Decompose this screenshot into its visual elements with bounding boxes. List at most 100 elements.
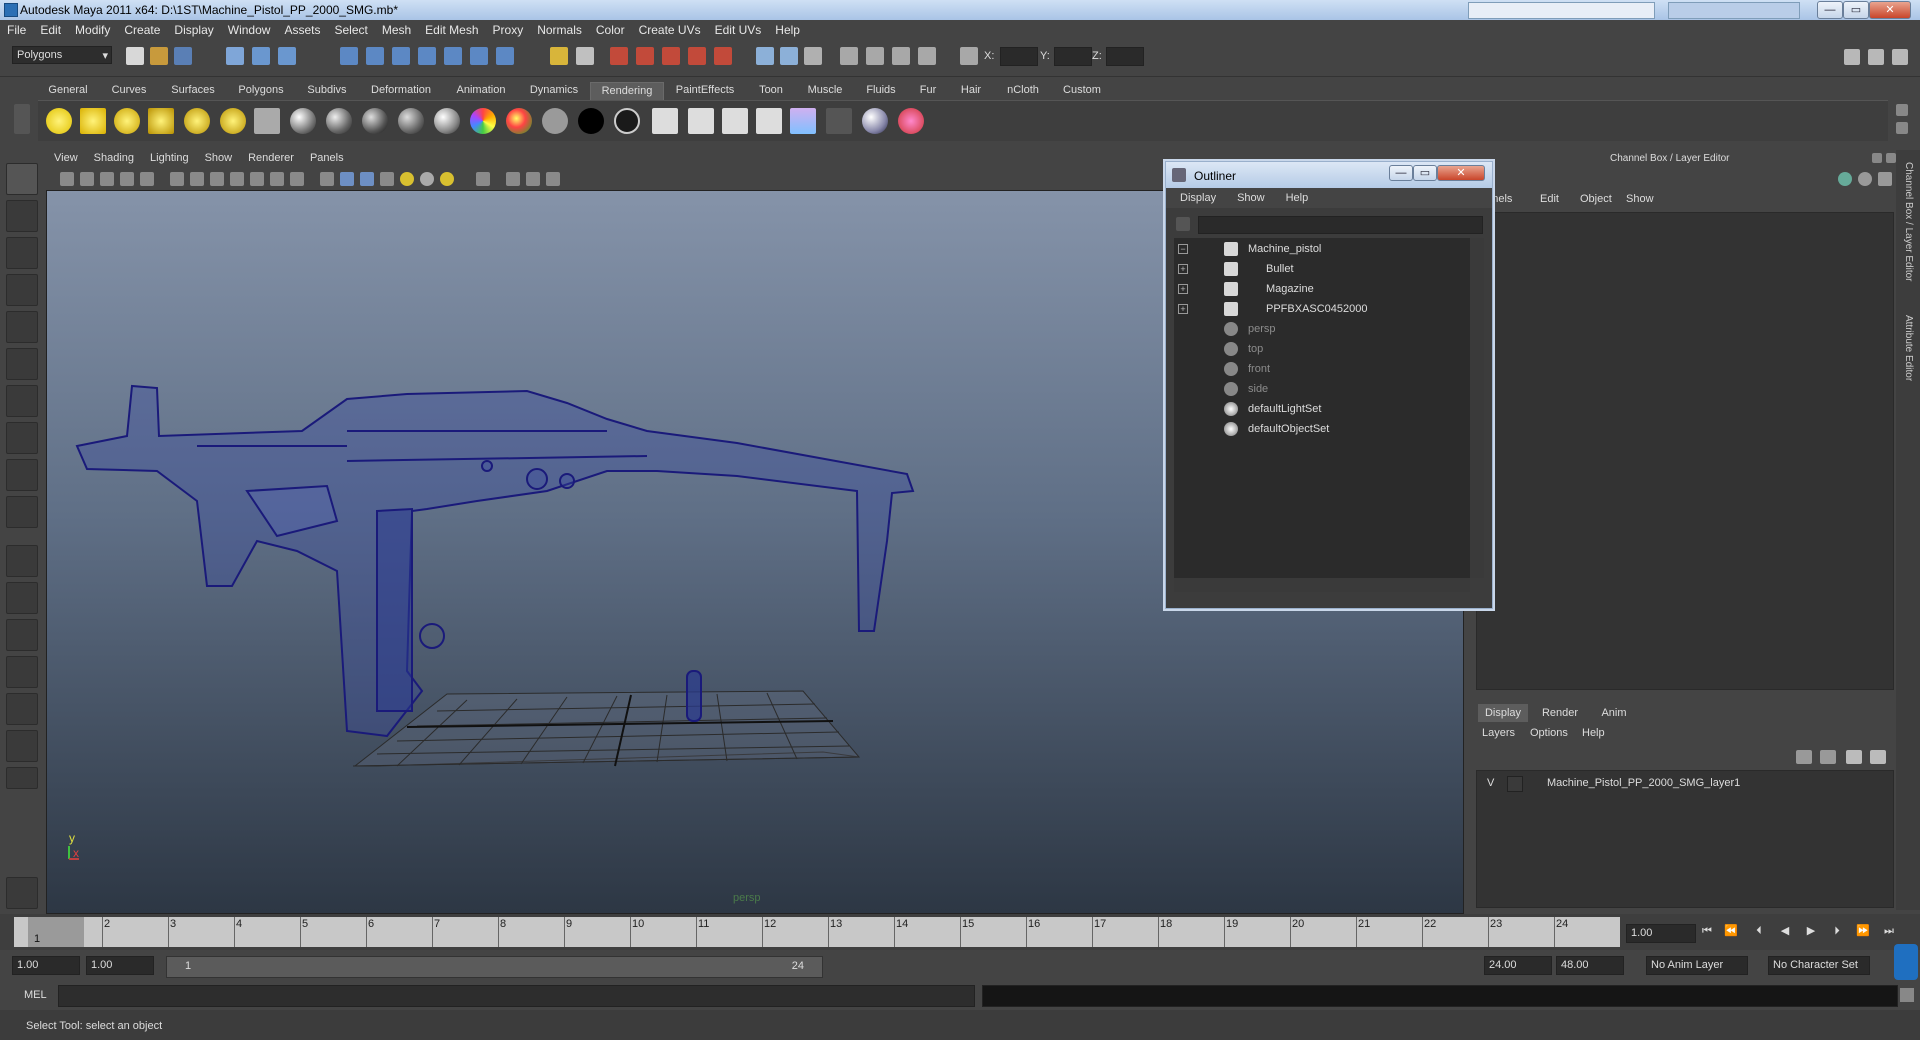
shelf-tab-toon[interactable]: Toon [748,82,794,99]
outliner-item[interactable]: defaultObjectSet [1174,420,1470,438]
expand-icon[interactable]: + [1178,304,1188,314]
ambient-light-icon[interactable] [46,108,72,134]
point-light-icon[interactable] [114,108,140,134]
select-hierarchy-icon[interactable] [226,47,244,65]
lambert-shader-icon[interactable] [326,108,352,134]
blinn-shader-icon[interactable] [290,108,316,134]
pin-icon[interactable] [1878,172,1892,186]
camera-attributes-icon[interactable] [80,172,94,186]
shading-map-icon[interactable] [614,108,640,134]
wireframe-on-shaded-icon[interactable] [360,172,374,186]
menu-edit-mesh[interactable]: Edit Mesh [418,20,485,37]
shelf-tab-ncloth[interactable]: nCloth [994,82,1052,99]
construction-history-icon[interactable] [576,47,594,65]
menu-proxy[interactable]: Proxy [486,20,531,37]
viewport-menu-panels[interactable]: Panels [302,150,352,164]
filter-icon[interactable] [1176,217,1190,231]
isolate-select-icon[interactable] [476,172,490,186]
script-editor-icon[interactable] [1900,988,1914,1002]
layer-menu-options[interactable]: Options [1530,727,1568,739]
menu-mesh[interactable]: Mesh [375,20,418,37]
menu-color[interactable]: Color [589,20,632,37]
outliner-minimize-button[interactable]: — [1389,165,1413,181]
use-background-icon[interactable] [578,108,604,134]
relative-transform-icon[interactable] [918,47,936,65]
batch-render-icon[interactable] [722,108,748,134]
anim-layer-dropdown[interactable]: No Anim Layer [1646,956,1748,975]
layer-template-toggle[interactable] [1507,776,1523,792]
modeling-toolkit-icon[interactable] [756,47,774,65]
menu-modify[interactable]: Modify [68,20,117,37]
menu-window[interactable]: Window [221,20,278,37]
shelf-tab-curves[interactable]: Curves [100,82,158,99]
maximize-button[interactable]: ▭ [1843,1,1869,19]
panel-float-icon[interactable] [1872,153,1882,163]
viewport-menu-view[interactable]: View [46,150,86,164]
panel-toggle-icon[interactable] [1868,49,1884,65]
time-ruler[interactable]: 1 2 3 4 5 6 7 8 9 10 11 12 13 14 15 16 1… [14,917,1620,947]
help-search-field[interactable] [1468,2,1655,19]
layout-toggle-icon[interactable] [1844,49,1860,65]
infocenter-button[interactable] [1668,2,1800,19]
absolute-transform-icon[interactable] [960,47,978,65]
step-back-frame-icon[interactable]: ⏴ [1752,924,1766,938]
history-icon[interactable] [470,47,488,65]
shelf-tab-muscle[interactable]: Muscle [796,82,854,99]
outliner-menu-display[interactable]: Display [1166,188,1223,204]
step-forward-key-icon[interactable]: ⏩ [1856,924,1870,938]
camera-icon[interactable] [254,108,280,134]
persp-outliner-layout-icon[interactable] [6,619,38,651]
outliner-item[interactable]: top [1174,340,1470,358]
smooth-shade-icon[interactable] [340,172,354,186]
phonge-shader-icon[interactable] [398,108,424,134]
outliner-item[interactable]: side [1174,380,1470,398]
channel-toggle-icon[interactable] [1892,49,1908,65]
show-manipulator-icon[interactable] [6,459,38,491]
shelf-scroll-down-icon[interactable] [1896,122,1908,134]
channel-menu-show[interactable]: Show [1626,193,1654,205]
shadows-icon[interactable] [420,172,434,186]
outliner-title-bar[interactable]: Outliner — ▭ ✕ [1166,162,1492,188]
viewport-menu-shading[interactable]: Shading [86,150,142,164]
spot-light-icon[interactable] [148,108,174,134]
playback-start-field[interactable]: 1.00 [86,956,154,975]
outliner-item[interactable]: persp [1174,320,1470,338]
layer-tab-anim[interactable]: Anim [1590,704,1638,722]
new-layer-icon[interactable] [1846,750,1862,764]
grid-toggle-icon[interactable] [140,172,154,186]
character-set-dropdown[interactable]: No Character Set [1768,956,1870,975]
use-default-light-icon[interactable] [400,172,414,186]
universal-manipulator-icon[interactable] [6,385,38,417]
shelf-tab-animation[interactable]: Animation [444,82,518,99]
four-view-layout-icon[interactable] [6,582,38,614]
outliner-vertical-scrollbar[interactable] [1470,238,1484,578]
shelf-tab-hair[interactable]: Hair [950,82,992,99]
viewport-menu-renderer[interactable]: Renderer [240,150,302,164]
render-layer-icon[interactable] [826,108,852,134]
current-time-field[interactable]: 1.00 [1626,924,1696,943]
layer-menu-help[interactable]: Help [1582,727,1605,739]
ipr-render-icon[interactable] [636,47,654,65]
shelf-tab-painteffects[interactable]: PaintEffects [664,82,746,99]
hypershade-shelf-icon[interactable] [790,108,816,134]
menu-create[interactable]: Create [117,20,167,37]
persp-graph-layout-icon[interactable] [6,656,38,688]
soft-modification-icon[interactable] [6,422,38,454]
material-sphere-icon[interactable] [862,108,888,134]
render-view-shelf-icon[interactable] [652,108,678,134]
play-backwards-icon[interactable]: ◀ [1778,924,1792,938]
lasso-tool-icon[interactable] [6,200,38,232]
select-component-icon[interactable] [278,47,296,65]
go-to-start-icon[interactable]: ⏮ [1700,924,1714,938]
new-scene-icon[interactable] [126,47,144,65]
tool-settings-icon[interactable] [840,47,858,65]
wireframe-icon[interactable] [320,172,334,186]
move-tool-icon[interactable] [6,274,38,306]
menu-edit[interactable]: Edit [33,20,68,37]
layered-shader-icon[interactable] [470,108,496,134]
outliner-item[interactable]: − Machine_pistol [1174,240,1470,258]
current-frame-marker[interactable]: 1 [28,917,84,947]
new-layer-from-selection-icon[interactable] [1870,750,1886,764]
collapse-icon[interactable]: − [1178,244,1188,254]
outliner-item[interactable]: + Magazine [1174,280,1470,298]
